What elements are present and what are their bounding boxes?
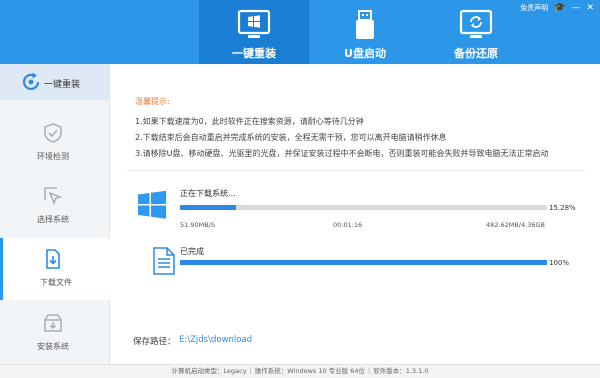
status-footer: 计算机启动类型：Legacy | 操作系统：Windows 10 专业版 64位 | 软… — [0, 364, 600, 378]
version-value: 1.3.1.0 — [405, 367, 429, 375]
save-path-label: 保存路径： — [133, 337, 176, 347]
save-path-link[interactable]: E:\Zjds\download — [179, 335, 252, 345]
boot-type-value: Legacy — [223, 367, 247, 375]
document-icon — [153, 247, 175, 275]
nav-tab-label: U盘启动 — [344, 47, 386, 60]
graduation-cap-icon[interactable]: 🎓 — [554, 3, 565, 13]
tip-line-2: 2.下载结束后会自动重启并完成系统的安装，全程无需干预，您可以离开电脑请稍作休息 — [135, 133, 447, 142]
main-panel: 温馨提示: 1.如果下载速度为0，此时软件正在搜索资源，请耐心等待几分钟 2.下… — [111, 64, 600, 364]
sidebar-item-label: 环境检测 — [37, 152, 69, 161]
minimize-button[interactable]: — — [571, 3, 580, 13]
usb-drive-icon — [356, 10, 374, 39]
sidebar-item-label: 一键重装 — [44, 80, 81, 90]
cursor-icon — [44, 187, 63, 206]
tips-title: 温馨提示: — [135, 97, 170, 106]
backup-restore-icon — [459, 9, 493, 38]
close-button[interactable]: ✕ — [586, 3, 594, 13]
sidebar-item-label: 下载文件 — [40, 278, 72, 287]
windows-logo-icon — [138, 190, 166, 219]
download-status-title: 正在下载系统... — [180, 189, 236, 198]
sidebar-item-env-check[interactable]: 环境检测 — [0, 112, 110, 174]
nav-tab-label: 备份还原 — [454, 47, 498, 60]
divider — [127, 170, 585, 171]
download-percent: 15.28% — [549, 204, 576, 212]
nav-tab-one-click-reinstall[interactable]: 一键重装 — [199, 0, 309, 64]
sidebar-item-download-files[interactable]: 下载文件 — [0, 238, 110, 300]
windows-install-icon — [237, 9, 271, 38]
sidebar-item-label: 安装系统 — [37, 342, 69, 351]
download-size: 482.62MB/4.36GB — [486, 221, 545, 229]
download-progress-bar — [180, 205, 547, 210]
top-header: 一键重装 U盘启动 备份还原 免责声明 🎓 — ✕ — [0, 0, 600, 64]
completed-progress-bar — [180, 260, 547, 265]
os-value: Windows 10 专业版 64位 — [287, 367, 366, 375]
download-file-icon — [46, 249, 60, 269]
download-elapsed-time: 00:01:16 — [333, 221, 363, 229]
sidebar: 一键重装 环境检测 选择系统 下载文件 安装系统 — [0, 64, 110, 364]
nav-tab-label: 一键重装 — [232, 47, 276, 60]
completed-progress-fill — [180, 260, 547, 265]
sidebar-item-label: 选择系统 — [37, 215, 69, 224]
version-label: 软件版本： — [373, 367, 406, 375]
tip-line-1: 1.如果下载速度为0，此时软件正在搜索资源，请耐心等待几分钟 — [135, 117, 364, 126]
disclaimer-link[interactable]: 免责声明 — [520, 3, 548, 13]
sidebar-item-install-system[interactable]: 安装系统 — [0, 302, 110, 364]
refresh-icon — [22, 72, 40, 91]
download-speed: 51.90MB/S — [180, 221, 215, 229]
nav-tab-usb-boot[interactable]: U盘启动 — [310, 0, 420, 64]
completed-title: 已完成 — [180, 247, 204, 256]
boot-type-label: 计算机启动类型： — [171, 367, 224, 375]
install-box-icon — [44, 314, 62, 332]
shield-icon — [44, 123, 62, 143]
nav-tab-backup-restore[interactable]: 备份还原 — [421, 0, 531, 64]
tip-line-3: 3.请移除U盘、移动硬盘、光驱里的光盘，并保证安装过程中不会断电，否则重装可能会… — [135, 149, 549, 158]
sidebar-item-one-click-reinstall[interactable]: 一键重装 — [0, 64, 110, 100]
completed-percent: 100% — [549, 259, 570, 267]
window-controls: 免责声明 🎓 — ✕ — [520, 3, 594, 13]
os-label: 操作系统： — [254, 367, 288, 375]
download-progress-fill — [180, 205, 237, 210]
sidebar-item-select-system[interactable]: 选择系统 — [0, 175, 110, 237]
